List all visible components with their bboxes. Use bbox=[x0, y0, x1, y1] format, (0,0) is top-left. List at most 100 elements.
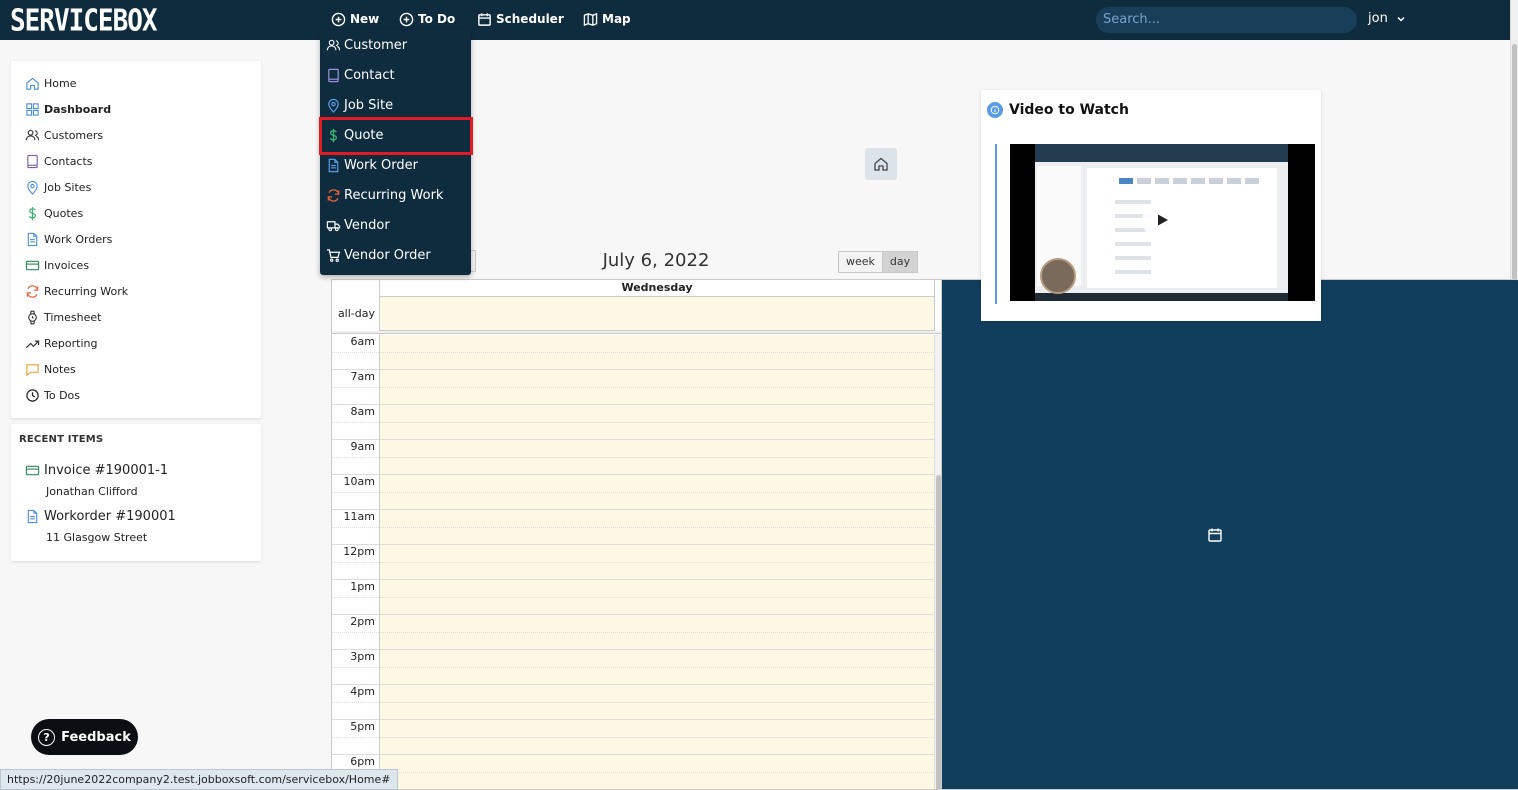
nav-todo-button[interactable]: To Do bbox=[399, 10, 455, 28]
sidebar-item-customers[interactable]: Customers bbox=[25, 126, 103, 144]
feedback-label: Feedback bbox=[61, 729, 131, 745]
recent-item-label: Workorder #190001 bbox=[44, 509, 176, 524]
quote-highlight-box bbox=[319, 117, 473, 155]
note-icon bbox=[26, 363, 39, 376]
time-slot[interactable] bbox=[379, 720, 934, 755]
sidebar-item-home[interactable]: Home bbox=[25, 74, 76, 92]
sidebar-item-dashboard[interactable]: Dashboard bbox=[25, 100, 111, 118]
play-button[interactable] bbox=[1142, 200, 1182, 240]
calendar-scrollbar[interactable] bbox=[934, 335, 941, 789]
allday-slot[interactable] bbox=[379, 297, 934, 331]
menu-item-customer[interactable]: Customer bbox=[326, 35, 407, 55]
hour-label-text: 9am bbox=[350, 440, 375, 453]
time-slot[interactable] bbox=[379, 615, 934, 650]
recent-item-workorder[interactable]: Workorder #190001 bbox=[25, 509, 176, 524]
hour-label: 9am bbox=[332, 440, 379, 475]
hour-label-text: 3pm bbox=[350, 650, 375, 663]
trend-icon bbox=[25, 340, 40, 348]
sidebar-item-job-sites[interactable]: Job Sites bbox=[25, 178, 91, 196]
hour-row: 7am bbox=[332, 370, 934, 405]
sidebar-item-work-orders[interactable]: Work Orders bbox=[25, 230, 112, 248]
menu-item-recurring-work[interactable]: Recurring Work bbox=[326, 185, 443, 205]
sidebar-item-label: Timesheet bbox=[44, 310, 102, 324]
calendar-view-button[interactable] bbox=[909, 279, 1518, 790]
menu-item-label: Work Order bbox=[344, 157, 418, 173]
nav-new-button[interactable]: New bbox=[331, 10, 379, 28]
menu-item-label: Contact bbox=[344, 67, 395, 83]
hour-row: 5pm bbox=[332, 720, 934, 755]
sidebar-item-contacts[interactable]: Contacts bbox=[25, 152, 93, 170]
nav-scheduler-label: Scheduler bbox=[496, 12, 564, 26]
sidebar-item-recurring-work[interactable]: Recurring Work bbox=[25, 282, 128, 300]
video-panel-title: Video to Watch bbox=[987, 102, 1129, 118]
sidebar-item-label: Home bbox=[44, 76, 77, 90]
video-panel: Video to Watch bbox=[981, 90, 1321, 321]
time-slot[interactable] bbox=[379, 650, 934, 685]
menu-item-contact[interactable]: Contact bbox=[326, 65, 395, 85]
recent-items-panel: RECENT ITEMS Invoice #190001-1 Jonathan … bbox=[11, 424, 261, 561]
hour-label: 5pm bbox=[332, 720, 379, 755]
calendar-title: July 6, 2022 bbox=[602, 250, 710, 271]
book-icon bbox=[328, 68, 339, 82]
video-title-label: Video to Watch bbox=[1009, 102, 1129, 118]
week-view-button[interactable]: week bbox=[838, 251, 883, 273]
nav-map-button[interactable]: Map bbox=[583, 10, 631, 28]
map-icon bbox=[583, 12, 598, 26]
hour-label-text: 12pm bbox=[343, 545, 375, 558]
search-input[interactable] bbox=[1096, 7, 1357, 33]
document-icon bbox=[328, 158, 339, 172]
refresh-icon bbox=[327, 188, 340, 202]
hour-label-text: 4pm bbox=[350, 685, 375, 698]
recent-item-sub: Jonathan Clifford bbox=[46, 485, 138, 498]
recent-item-invoice[interactable]: Invoice #190001-1 bbox=[25, 463, 168, 478]
time-slot[interactable] bbox=[379, 510, 934, 545]
recent-item-sub: 11 Glasgow Street bbox=[46, 531, 148, 544]
menu-item-work-order[interactable]: Work Order bbox=[326, 155, 418, 175]
recent-item-label: Invoice #190001-1 bbox=[44, 463, 169, 478]
time-slot[interactable] bbox=[379, 370, 934, 405]
sidebar-item-label: To Dos bbox=[44, 388, 81, 402]
time-slot[interactable] bbox=[379, 405, 934, 440]
hour-label-text: 7am bbox=[350, 370, 375, 383]
hour-row: 2pm bbox=[332, 615, 934, 650]
hour-row: 6pm bbox=[332, 755, 934, 789]
credit-card-icon bbox=[25, 260, 40, 270]
sidebar-item-to-dos[interactable]: To Dos bbox=[25, 386, 80, 404]
feedback-button[interactable]: ? Feedback bbox=[31, 719, 138, 755]
nav-scheduler-button[interactable]: Scheduler bbox=[477, 10, 564, 28]
sidebar-item-notes[interactable]: Notes bbox=[25, 360, 76, 378]
time-slot[interactable] bbox=[379, 545, 934, 580]
time-slot[interactable] bbox=[379, 335, 934, 370]
time-slot[interactable] bbox=[379, 685, 934, 720]
hour-row: 8am bbox=[332, 405, 934, 440]
user-menu[interactable]: jon bbox=[1368, 11, 1406, 26]
video-thumbnail[interactable] bbox=[1010, 144, 1315, 301]
home-view-button[interactable] bbox=[865, 148, 897, 180]
time-slot[interactable] bbox=[379, 440, 934, 475]
day-view-button[interactable]: day bbox=[882, 251, 919, 273]
question-icon: ? bbox=[38, 728, 56, 746]
nav-todo-label: To Do bbox=[418, 12, 456, 26]
sidebar-item-label: Notes bbox=[44, 362, 76, 376]
time-slot[interactable] bbox=[379, 475, 934, 510]
menu-item-vendor[interactable]: Vendor bbox=[326, 215, 390, 235]
menu-item-label: Vendor bbox=[344, 217, 390, 233]
plus-circle-icon bbox=[399, 12, 414, 26]
app-logo[interactable]: SERVICEBOX bbox=[10, 4, 158, 39]
cart-icon bbox=[326, 248, 341, 262]
sidebar-item-quotes[interactable]: Quotes bbox=[25, 204, 83, 222]
menu-item-job-site[interactable]: Job Site bbox=[326, 95, 393, 115]
sidebar-item-invoices[interactable]: Invoices bbox=[25, 256, 89, 274]
header-gutter bbox=[934, 280, 941, 332]
chevron-down-icon bbox=[1397, 16, 1405, 22]
menu-item-vendor-order[interactable]: Vendor Order bbox=[326, 245, 431, 265]
calendar-scrollbar-thumb[interactable] bbox=[936, 475, 941, 789]
allday-divider bbox=[332, 331, 941, 334]
hour-label-text: 5pm bbox=[350, 720, 375, 733]
sidebar-item-reporting[interactable]: Reporting bbox=[25, 334, 97, 352]
time-slot[interactable] bbox=[379, 755, 934, 789]
sidebar-item-timesheet[interactable]: Timesheet bbox=[25, 308, 101, 326]
time-slot[interactable] bbox=[379, 580, 934, 615]
users-icon bbox=[25, 129, 40, 140]
users-icon bbox=[326, 39, 341, 50]
